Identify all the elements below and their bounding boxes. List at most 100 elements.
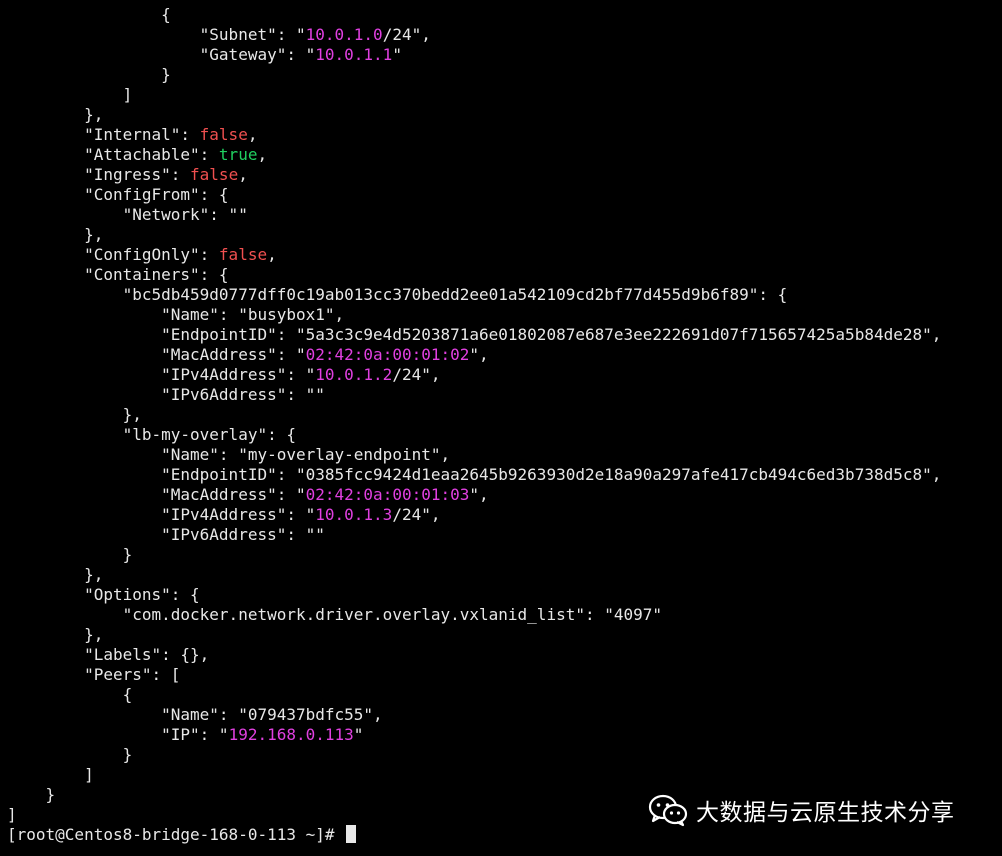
- output-line: "Labels": {},: [7, 645, 1002, 665]
- output-line: },: [7, 625, 1002, 645]
- output-line: "EndpointID": "0385fcc9424d1eaa2645b9263…: [7, 465, 1002, 485]
- text-token: },: [7, 625, 104, 644]
- output-line: "MacAddress": "02:42:0a:00:01:03",: [7, 485, 1002, 505]
- text-token: "EndpointID": "0385fcc9424d1eaa2645b9263…: [7, 465, 942, 484]
- text-token: "lb-my-overlay": {: [7, 425, 296, 444]
- output-line: },: [7, 225, 1002, 245]
- output-line: {: [7, 5, 1002, 25]
- output-line: "IPv4Address": "10.0.1.2/24",: [7, 365, 1002, 385]
- value-token: false: [218, 245, 268, 264]
- text-token: {: [7, 685, 133, 704]
- terminal-window[interactable]: { "Subnet": "10.0.1.0/24", "Gateway": "1…: [0, 0, 1002, 856]
- text-token: "Gateway": ": [7, 45, 316, 64]
- output-line: "com.docker.network.driver.overlay.vxlan…: [7, 605, 1002, 625]
- text-token: "MacAddress": ": [7, 485, 306, 504]
- output-line: ]: [7, 85, 1002, 105]
- text-token: "ConfigFrom": {: [7, 185, 229, 204]
- output-line: "MacAddress": "02:42:0a:00:01:02",: [7, 345, 1002, 365]
- prompt-line[interactable]: [root@Centos8-bridge-168-0-113 ~]#: [7, 825, 1002, 845]
- text-token: "Options": {: [7, 585, 200, 604]
- shell-prompt: [root@Centos8-bridge-168-0-113 ~]#: [7, 825, 345, 844]
- text-token: }: [7, 545, 133, 564]
- output-line: }: [7, 545, 1002, 565]
- text-token: "Name": "busybox1",: [7, 305, 345, 324]
- terminal-output: { "Subnet": "10.0.1.0/24", "Gateway": "1…: [7, 5, 1002, 845]
- output-line: "lb-my-overlay": {: [7, 425, 1002, 445]
- text-token: },: [7, 565, 104, 584]
- text-token: }: [7, 65, 171, 84]
- output-line: "Containers": {: [7, 265, 1002, 285]
- text-token: ",: [469, 345, 489, 364]
- text-token: "com.docker.network.driver.overlay.vxlan…: [7, 605, 663, 624]
- text-token: "Peers": [: [7, 665, 181, 684]
- text-token: "Subnet": ": [7, 25, 306, 44]
- text-token: ",: [469, 485, 489, 504]
- text-token: "IP": ": [7, 725, 229, 744]
- text-token: ,: [238, 165, 248, 184]
- text-token: "Containers": {: [7, 265, 229, 284]
- value-token: true: [218, 145, 258, 164]
- output-line: "IPv6Address": "": [7, 525, 1002, 545]
- value-token: 10.0.1.2: [315, 365, 393, 384]
- text-token: ,: [257, 145, 268, 164]
- value-token: 10.0.1.1: [315, 45, 393, 64]
- value-token: 02:42:0a:00:01:02: [305, 345, 470, 364]
- text-token: "Name": "my-overlay-endpoint",: [7, 445, 451, 464]
- value-token: 192.168.0.113: [228, 725, 354, 744]
- text-token: ]: [7, 765, 94, 784]
- output-line: "ConfigFrom": {: [7, 185, 1002, 205]
- value-token: false: [199, 125, 248, 144]
- text-token: },: [7, 405, 142, 424]
- text-token: },: [7, 105, 104, 124]
- text-token: ]: [7, 85, 133, 104]
- text-token: "Labels": {},: [7, 645, 210, 664]
- text-token: ,: [267, 245, 277, 264]
- value-token: 10.0.1.3: [315, 505, 393, 524]
- text-token: "bc5db459d0777dff0c19ab013cc370bedd2ee01…: [7, 285, 788, 304]
- text-token: "IPv4Address": ": [7, 505, 316, 524]
- output-line: "Name": "busybox1",: [7, 305, 1002, 325]
- text-token: "ConfigOnly":: [7, 245, 219, 264]
- output-line: },: [7, 565, 1002, 585]
- text-token: /24",: [392, 505, 441, 524]
- text-token: "Name": "079437bdfc55",: [7, 705, 383, 724]
- value-token: 10.0.1.0: [305, 25, 383, 44]
- output-line: "bc5db459d0777dff0c19ab013cc370bedd2ee01…: [7, 285, 1002, 305]
- text-token: }: [7, 745, 133, 764]
- text-token: "IPv4Address": ": [7, 365, 316, 384]
- output-line: "Network": "": [7, 205, 1002, 225]
- wechat-icon: [648, 794, 688, 827]
- text-token: "Internal":: [7, 125, 200, 144]
- text-token: /24",: [392, 365, 441, 384]
- output-line: }: [7, 65, 1002, 85]
- text-token: "Ingress":: [7, 165, 191, 184]
- output-line: },: [7, 405, 1002, 425]
- text-token: "EndpointID": "5a3c3c9e4d5203871a6e01802…: [7, 325, 942, 344]
- value-token: 02:42:0a:00:01:03: [305, 485, 470, 504]
- output-line: "Name": "079437bdfc55",: [7, 705, 1002, 725]
- output-line: },: [7, 105, 1002, 125]
- output-line: "ConfigOnly": false,: [7, 245, 1002, 265]
- output-line: "Subnet": "10.0.1.0/24",: [7, 25, 1002, 45]
- text-token: ,: [247, 125, 258, 144]
- output-line: "Ingress": false,: [7, 165, 1002, 185]
- output-line: "IPv6Address": "": [7, 385, 1002, 405]
- text-token: "IPv6Address": "": [7, 525, 325, 544]
- output-line: "IP": "192.168.0.113": [7, 725, 1002, 745]
- output-line: ]: [7, 765, 1002, 785]
- output-line: }: [7, 745, 1002, 765]
- text-token: ": [353, 725, 364, 744]
- text-token: {: [7, 5, 171, 24]
- text-token: "IPv6Address": "": [7, 385, 325, 404]
- value-token: false: [190, 165, 239, 184]
- text-cursor: [346, 825, 357, 843]
- output-line: "Options": {: [7, 585, 1002, 605]
- output-line: "Internal": false,: [7, 125, 1002, 145]
- output-line: {: [7, 685, 1002, 705]
- text-token: "Attachable":: [7, 145, 219, 164]
- text-token: /24",: [382, 25, 431, 44]
- output-line: "IPv4Address": "10.0.1.3/24",: [7, 505, 1002, 525]
- text-token: ": [392, 45, 402, 64]
- output-line: "Gateway": "10.0.1.1": [7, 45, 1002, 65]
- watermark: 大数据与云原生技术分享: [648, 792, 955, 828]
